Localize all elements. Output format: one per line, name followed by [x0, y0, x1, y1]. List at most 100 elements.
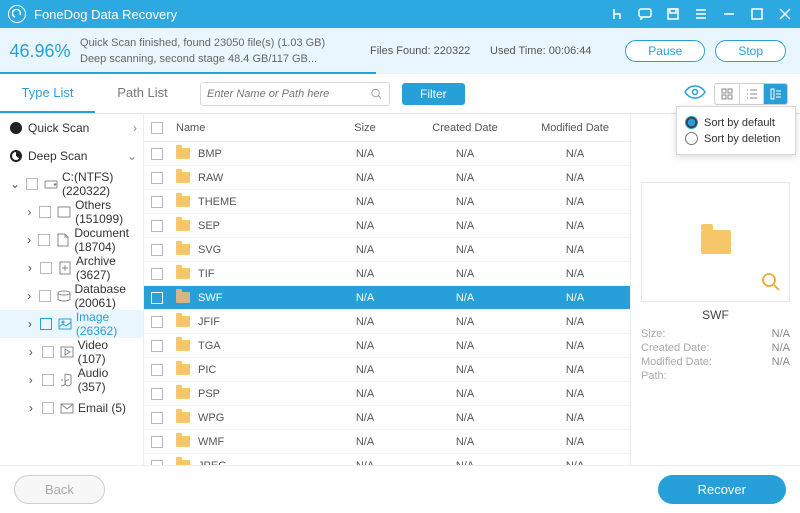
expand-icon[interactable]: ›: [26, 317, 34, 331]
checkbox[interactable]: [40, 318, 52, 330]
table-row[interactable]: SWFN/AN/AN/A: [144, 286, 630, 310]
collapse-icon[interactable]: ⌄: [10, 177, 20, 191]
stop-button[interactable]: Stop: [715, 40, 786, 62]
sidebar-item[interactable]: ›Others (151099): [0, 198, 143, 226]
sidebar-item-label: Audio (357): [78, 366, 137, 394]
table-row[interactable]: WMFN/AN/AN/A: [144, 430, 630, 454]
sidebar-drive[interactable]: ⌄ C:(NTFS) (220322): [0, 170, 143, 198]
expand-icon[interactable]: ›: [26, 401, 36, 415]
row-checkbox[interactable]: [151, 436, 163, 448]
table-row[interactable]: TGAN/AN/AN/A: [144, 334, 630, 358]
expand-icon[interactable]: ›: [26, 345, 36, 359]
back-button[interactable]: Back: [14, 475, 105, 504]
row-created: N/A: [410, 436, 520, 448]
row-checkbox[interactable]: [151, 316, 163, 328]
search-input[interactable]: [207, 88, 370, 100]
table-row[interactable]: RAWN/AN/AN/A: [144, 166, 630, 190]
select-all-checkbox[interactable]: [151, 122, 163, 134]
row-checkbox[interactable]: [151, 196, 163, 208]
checkbox[interactable]: [42, 346, 54, 358]
row-created: N/A: [410, 196, 520, 208]
table-row[interactable]: JPEGN/AN/AN/A: [144, 454, 630, 465]
table-row[interactable]: TIFN/AN/AN/A: [144, 262, 630, 286]
checkbox[interactable]: [42, 402, 54, 414]
col-size[interactable]: Size: [320, 122, 410, 134]
table-row[interactable]: BMPN/AN/AN/A: [144, 142, 630, 166]
folder-icon: [176, 436, 190, 447]
expand-icon[interactable]: ›: [26, 205, 33, 219]
checkbox[interactable]: [40, 262, 52, 274]
maximize-icon[interactable]: [750, 7, 764, 21]
progress-line2: Deep scanning, second stage 48.4 GB/117 …: [80, 51, 325, 67]
sidebar-item[interactable]: › Audio (357): [0, 366, 143, 394]
sidebar-quick-scan[interactable]: Quick Scan ›: [0, 114, 143, 142]
category-icon: [60, 345, 74, 359]
view-list-icon[interactable]: [739, 84, 763, 104]
table-row[interactable]: THEMEN/AN/AN/A: [144, 190, 630, 214]
zoom-icon[interactable]: [761, 272, 781, 295]
row-checkbox[interactable]: [151, 292, 163, 304]
sidebar-item[interactable]: ›Document (18704): [0, 226, 143, 254]
close-icon[interactable]: [778, 7, 792, 21]
filter-button[interactable]: Filter: [402, 83, 465, 105]
checkbox[interactable]: [42, 374, 54, 386]
sidebar-item[interactable]: ›Database (20061): [0, 282, 143, 310]
view-detail-icon[interactable]: [763, 84, 787, 104]
pause-button[interactable]: Pause: [625, 40, 705, 62]
checkbox[interactable]: [26, 178, 38, 190]
sidebar-item[interactable]: ›Video (107): [0, 338, 143, 366]
table-row[interactable]: WPGN/AN/AN/A: [144, 406, 630, 430]
share-icon[interactable]: [610, 7, 624, 21]
col-modified[interactable]: Modified Date: [520, 122, 630, 134]
deep-scan-label: Deep Scan: [28, 149, 87, 163]
sidebar-item[interactable]: ›Image (26362): [0, 310, 143, 338]
eye-icon[interactable]: [684, 85, 706, 102]
row-modified: N/A: [520, 316, 630, 328]
preview-box: [641, 182, 790, 302]
row-checkbox[interactable]: [151, 244, 163, 256]
expand-icon[interactable]: ›: [26, 233, 32, 247]
row-checkbox[interactable]: [151, 268, 163, 280]
sort-deletion[interactable]: Sort by deletion: [685, 132, 787, 145]
row-checkbox[interactable]: [151, 220, 163, 232]
tab-path-list[interactable]: Path List: [95, 74, 190, 113]
sidebar-deep-scan[interactable]: Deep Scan ⌄: [0, 142, 143, 170]
col-created[interactable]: Created Date: [410, 122, 520, 134]
expand-icon[interactable]: ›: [26, 289, 33, 303]
folder-icon: [176, 220, 190, 231]
table-body[interactable]: BMPN/AN/AN/ARAWN/AN/AN/ATHEMEN/AN/AN/ASE…: [144, 142, 630, 465]
sort-default-radio[interactable]: [685, 116, 698, 129]
table-row[interactable]: PSPN/AN/AN/A: [144, 382, 630, 406]
checkbox[interactable]: [38, 234, 50, 246]
table-row[interactable]: SEPN/AN/AN/A: [144, 214, 630, 238]
row-checkbox[interactable]: [151, 364, 163, 376]
recover-button[interactable]: Recover: [658, 475, 786, 504]
table-row[interactable]: JFIFN/AN/AN/A: [144, 310, 630, 334]
minimize-icon[interactable]: [722, 7, 736, 21]
row-checkbox[interactable]: [151, 172, 163, 184]
expand-icon[interactable]: ›: [26, 261, 34, 275]
sidebar-item[interactable]: ›Email (5): [0, 394, 143, 422]
expand-icon[interactable]: ›: [26, 373, 36, 387]
row-checkbox[interactable]: [151, 148, 163, 160]
table-row[interactable]: PICN/AN/AN/A: [144, 358, 630, 382]
table-row[interactable]: SVGN/AN/AN/A: [144, 238, 630, 262]
feedback-icon[interactable]: [638, 7, 652, 21]
row-name: WMF: [198, 436, 224, 448]
col-name[interactable]: Name: [170, 122, 320, 134]
checkbox[interactable]: [39, 206, 51, 218]
sort-default[interactable]: Sort by default: [685, 116, 787, 129]
save-icon[interactable]: [666, 7, 680, 21]
row-checkbox[interactable]: [151, 340, 163, 352]
row-checkbox[interactable]: [151, 412, 163, 424]
tab-type-list[interactable]: Type List: [0, 74, 95, 113]
checkbox[interactable]: [39, 290, 51, 302]
row-checkbox[interactable]: [151, 388, 163, 400]
row-name: BMP: [198, 148, 222, 160]
view-grid-icon[interactable]: [715, 84, 739, 104]
sidebar-item[interactable]: ›Archive (3627): [0, 254, 143, 282]
menu-icon[interactable]: [694, 7, 708, 21]
sort-deletion-radio[interactable]: [685, 132, 698, 145]
search-box[interactable]: [200, 82, 390, 106]
search-icon[interactable]: [370, 87, 383, 101]
